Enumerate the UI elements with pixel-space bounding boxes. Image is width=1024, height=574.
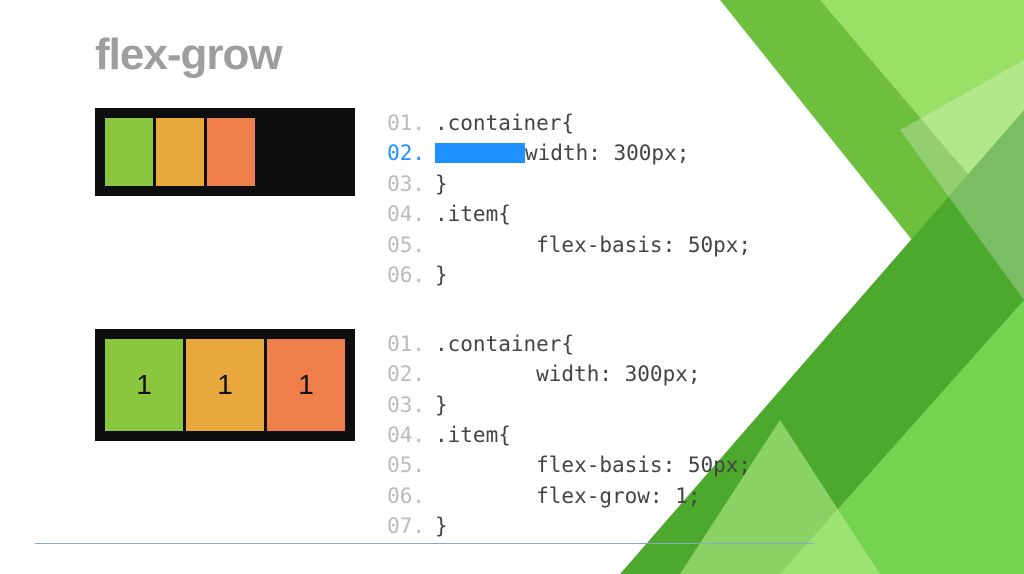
code-text: .item{ [435, 423, 511, 447]
line-number: 01. [383, 329, 425, 359]
code-text: flex-basis: 50px; [435, 453, 751, 477]
flex-item-green: 1 [105, 339, 183, 431]
line-number: 04. [383, 420, 425, 450]
code-text: .container{ [435, 111, 574, 135]
code-text: flex-grow: 1; [435, 484, 701, 508]
line-number: 02. [383, 138, 425, 168]
code-text: } [435, 393, 448, 417]
horizontal-rule [35, 543, 814, 544]
example-2: 1 1 1 01. .container{ 02. width: 300px; 03.… [95, 329, 944, 542]
code-text: flex-basis: 50px; [435, 233, 751, 257]
line-number: 05. [383, 230, 425, 260]
flex-container-demo-1 [95, 108, 355, 196]
code-text: width: 300px; [435, 362, 701, 386]
line-number: 05. [383, 450, 425, 480]
line-number: 07. [383, 511, 425, 541]
line-number: 06. [383, 481, 425, 511]
code-text: .container{ [435, 332, 574, 356]
highlight-bar [435, 143, 525, 163]
flex-item-yellow [156, 118, 204, 186]
code-text: width: 300px; [525, 141, 689, 165]
line-number: 02. [383, 359, 425, 389]
code-text: .item{ [435, 202, 511, 226]
flex-item-orange [207, 118, 255, 186]
code-text: } [435, 514, 448, 538]
line-number: 03. [383, 169, 425, 199]
line-number: 04. [383, 199, 425, 229]
code-block-1: 01. .container{ 02. width: 300px; 03.} 04. .it… [383, 108, 751, 291]
flex-item-green [105, 118, 153, 186]
code-text: } [435, 263, 448, 287]
flex-item-orange: 1 [267, 339, 345, 431]
line-number: 01. [383, 108, 425, 138]
line-number: 03. [383, 390, 425, 420]
slide-title: flex-grow [95, 30, 944, 80]
line-number: 06. [383, 260, 425, 290]
example-1: 01. .container{ 02. width: 300px; 03.} 04. .it… [95, 108, 944, 291]
flex-item-yellow: 1 [186, 339, 264, 431]
flex-container-demo-2: 1 1 1 [95, 329, 355, 441]
code-block-2: 01. .container{ 02. width: 300px; 03.} 04. .i… [383, 329, 751, 542]
code-text: } [435, 172, 448, 196]
